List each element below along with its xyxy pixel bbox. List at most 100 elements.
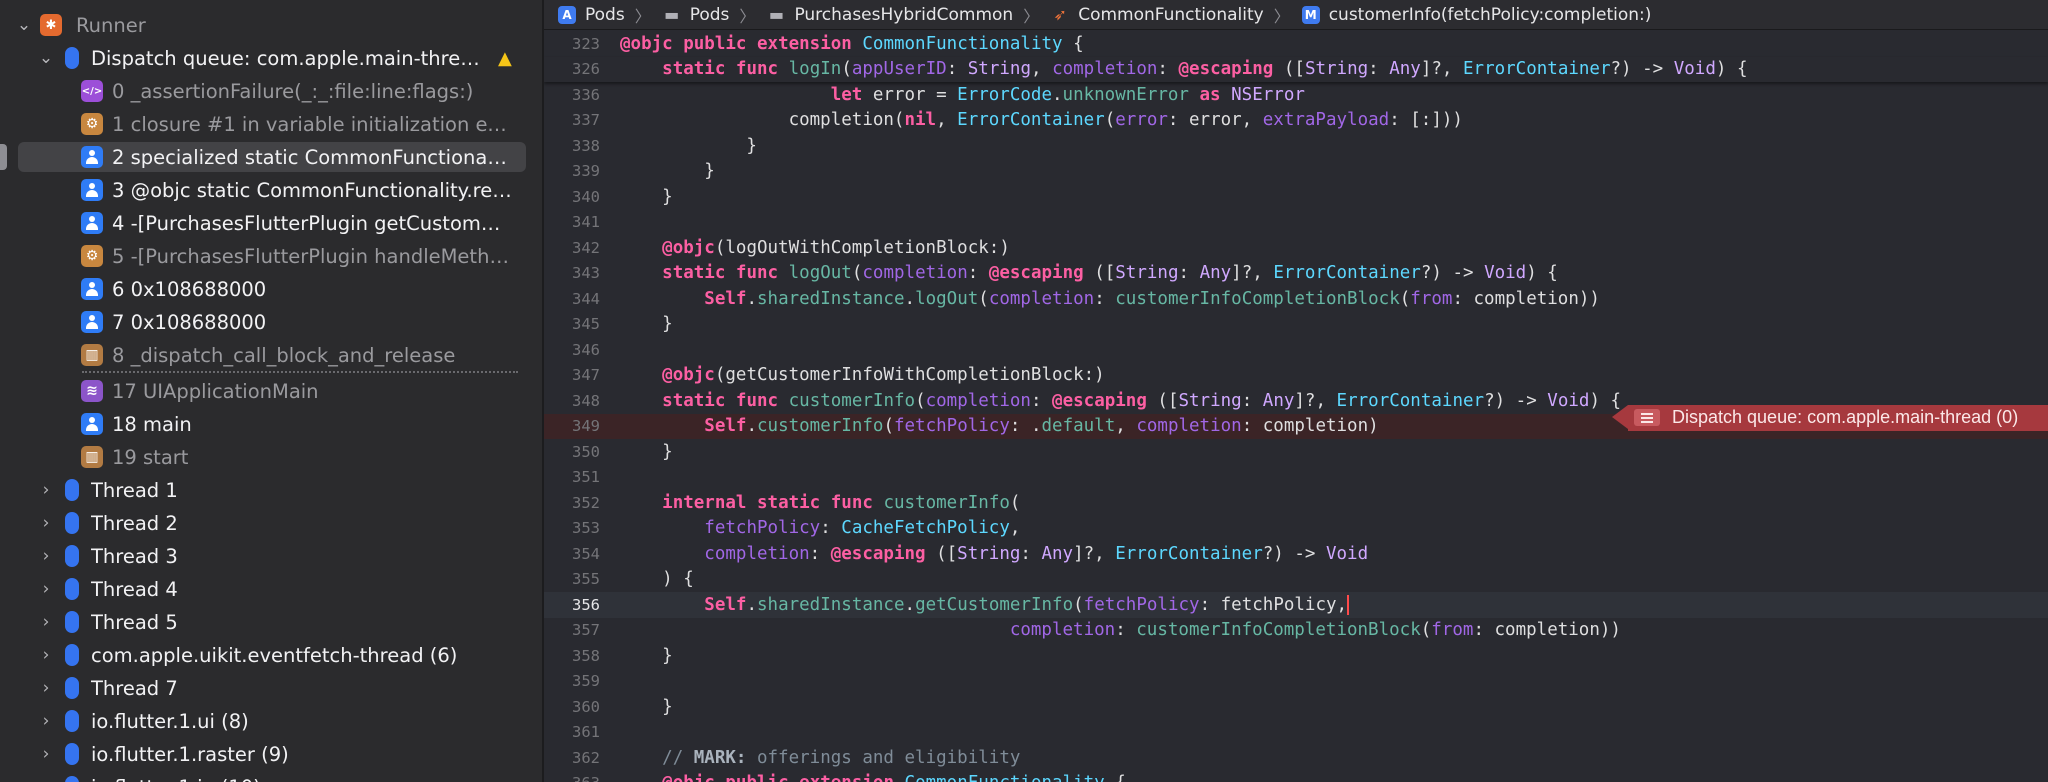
- frames-omitted-divider: [82, 371, 518, 373]
- stack-frame-label: 17 UIApplicationMain: [112, 379, 319, 403]
- user-code-icon: [81, 278, 103, 300]
- line-number: 340: [572, 187, 600, 206]
- thread-row[interactable]: › io.flutter.1.io (10): [0, 772, 542, 782]
- thread-row[interactable]: › Thread 7: [0, 673, 542, 703]
- chevron-right-icon[interactable]: ›: [38, 612, 54, 632]
- code-line[interactable]: 360 }: [544, 694, 2048, 720]
- stack-frame-row[interactable]: 18 main: [0, 409, 542, 439]
- thread-row[interactable]: › Thread 2: [0, 508, 542, 538]
- stack-frame-label: 5 -[PurchasesFlutterPlugin handleMethodC…: [112, 244, 512, 268]
- code-line[interactable]: 345 }: [544, 312, 2048, 338]
- code-line[interactable]: 336 let error = ErrorCode.unknownError a…: [544, 82, 2048, 108]
- breadcrumb-item[interactable]: ▬ PurchasesHybridCommon 〉: [755, 3, 1039, 27]
- code-line[interactable]: 362 // MARK: offerings and eligibility: [544, 745, 2048, 771]
- chevron-right-icon[interactable]: ›: [38, 777, 54, 782]
- code-line[interactable]: 342 @objc(logOutWithCompletionBlock:): [544, 235, 2048, 261]
- code-line[interactable]: 343 static func logOut(completion: @esca…: [544, 261, 2048, 287]
- code-line[interactable]: 351: [544, 465, 2048, 491]
- code-line[interactable]: 339 }: [544, 159, 2048, 185]
- code-line[interactable]: 337 completion(nil, ErrorContainer(error…: [544, 108, 2048, 134]
- line-number: 348: [572, 391, 600, 410]
- chevron-right-icon[interactable]: ›: [38, 678, 54, 698]
- chevron-right-icon[interactable]: ›: [38, 645, 54, 665]
- thread-label: Thread 2: [91, 511, 178, 535]
- thread-label: com.apple.uikit.eventfetch-thread (6): [91, 643, 458, 667]
- chevron-right-icon[interactable]: ›: [38, 744, 54, 764]
- code-line[interactable]: 355 ) {: [544, 567, 2048, 593]
- thread-icon: [65, 644, 79, 666]
- library-frame-icon: ▥: [81, 344, 103, 366]
- stack-frame-row[interactable]: 2 specialized static CommonFunctionality…: [0, 142, 542, 172]
- line-number: 359: [572, 672, 600, 691]
- code-line[interactable]: 338 }: [544, 133, 2048, 159]
- folder-icon: ▬: [664, 5, 680, 24]
- thread-row[interactable]: › Thread 3: [0, 541, 542, 571]
- code-line[interactable]: 359: [544, 669, 2048, 695]
- code-line[interactable]: 352 internal static func customerInfo(: [544, 490, 2048, 516]
- code-line[interactable]: 357 completion: customerInfoCompletionBl…: [544, 618, 2048, 644]
- stack-frame-row[interactable]: ⚙ 1 closure #1 in variable initialization…: [0, 109, 542, 139]
- code-line[interactable]: 353 fetchPolicy: CacheFetchPolicy,: [544, 516, 2048, 542]
- code-text: Self.sharedInstance.logOut(completion: c…: [704, 288, 1600, 309]
- code-editor[interactable]: 336 let error = ErrorCode.unknownError a…: [544, 31, 2048, 782]
- stack-frame-row[interactable]: ⚙ 5 -[PurchasesFlutterPlugin handleMethod…: [0, 241, 542, 271]
- thread-row[interactable]: › Thread 1: [0, 475, 542, 505]
- code-line[interactable]: 363 @objc public extension CommonFunctio…: [544, 771, 2048, 782]
- stack-frame-row[interactable]: ▥ 8 _dispatch_call_block_and_release: [0, 340, 542, 370]
- line-number: 363: [544, 774, 600, 782]
- code-line[interactable]: 340 }: [544, 184, 2048, 210]
- chevron-right-icon: 〉: [634, 6, 651, 26]
- code-line[interactable]: 354 completion: @escaping ([String: Any]…: [544, 541, 2048, 567]
- thread-icon: [65, 611, 79, 633]
- sticky-scope-header[interactable]: 326 static func logIn(appUserID: String,…: [544, 56, 2048, 82]
- line-number: 355: [572, 570, 600, 589]
- thread-row[interactable]: › Thread 4: [0, 574, 542, 604]
- breadcrumb-item[interactable]: A Pods 〉: [544, 3, 651, 27]
- code-line[interactable]: 347 @objc(getCustomerInfoWithCompletionB…: [544, 363, 2048, 389]
- code-text: Self.sharedInstance.getCustomerInfo(fetc…: [704, 594, 1350, 615]
- code-line[interactable]: 350 }: [544, 439, 2048, 465]
- nav-root-runner[interactable]: ⌄ ✱ Runner: [0, 10, 542, 40]
- line-number: 362: [572, 748, 600, 767]
- thread-row[interactable]: › Thread 5: [0, 607, 542, 637]
- thread-icon: [65, 578, 79, 600]
- stack-frame-row[interactable]: 4 -[PurchasesFlutterPlugin getCustomerIn…: [0, 208, 542, 238]
- code-text: internal static func customerInfo(: [662, 492, 1021, 513]
- stack-frame-row[interactable]: 3 @objc static CommonFunctionality.resto…: [0, 175, 542, 205]
- stack-frame-label: 2 specialized static CommonFunctionality…: [112, 145, 512, 169]
- code-line[interactable]: 356 Self.sharedInstance.getCustomerInfo(…: [544, 592, 2048, 618]
- stack-frame-row[interactable]: ▥ 19 start: [0, 442, 542, 472]
- breadcrumb-item[interactable]: McustomerInfo(fetchPolicy:completion:): [1290, 4, 1652, 25]
- line-number: 326: [572, 60, 600, 79]
- breadcrumb-item[interactable]: ➶ CommonFunctionality 〉: [1039, 3, 1290, 27]
- thread-row[interactable]: › io.flutter.1.raster (9): [0, 739, 542, 769]
- code-line[interactable]: 341: [544, 210, 2048, 236]
- stack-frame-row[interactable]: 6 0x108688000: [0, 274, 542, 304]
- sticky-scope-header[interactable]: 323 @objc public extension CommonFunction…: [544, 31, 2048, 57]
- code-text: completion: customerInfoCompletionBlock(…: [1009, 620, 1621, 641]
- thread-error-badge[interactable]: Dispatch queue: com.apple.main-thread (0…: [1612, 405, 2048, 431]
- person-glyph: [86, 417, 98, 431]
- thread-row[interactable]: › io.flutter.1.ui (8): [0, 706, 542, 736]
- chevron-right-icon[interactable]: ›: [38, 579, 54, 599]
- code-line[interactable]: 346: [544, 337, 2048, 363]
- chevron-right-icon[interactable]: ›: [38, 711, 54, 731]
- chevron-right-icon: 〉: [739, 6, 756, 26]
- stack-frame-row[interactable]: 7 0x108688000: [0, 307, 542, 337]
- chevron-down-icon[interactable]: ⌄: [38, 48, 54, 68]
- stack-frame-row[interactable]: </> 0 _assertionFailure(_:_:file:line:fla…: [0, 76, 542, 106]
- swift-frame-icon: </>: [81, 80, 103, 102]
- chevron-right-icon[interactable]: ›: [38, 513, 54, 533]
- chevron-right-icon[interactable]: ›: [38, 480, 54, 500]
- stack-frame-row[interactable]: ≋ 17 UIApplicationMain: [0, 376, 542, 406]
- code-line[interactable]: 361: [544, 720, 2048, 746]
- chevron-down-icon[interactable]: ⌄: [16, 15, 32, 35]
- breadcrumb-label: customerInfo(fetchPolicy:completion:): [1328, 4, 1652, 25]
- code-line[interactable]: 358 }: [544, 643, 2048, 669]
- thread-row-main[interactable]: ⌄ Dispatch queue: com.apple.main-thread (…: [0, 43, 542, 73]
- chevron-right-icon[interactable]: ›: [38, 546, 54, 566]
- thread-row[interactable]: › com.apple.uikit.eventfetch-thread (6): [0, 640, 542, 670]
- breadcrumb-item[interactable]: ▬ Pods 〉: [651, 3, 756, 27]
- code-line[interactable]: 344 Self.sharedInstance.logOut(completio…: [544, 286, 2048, 312]
